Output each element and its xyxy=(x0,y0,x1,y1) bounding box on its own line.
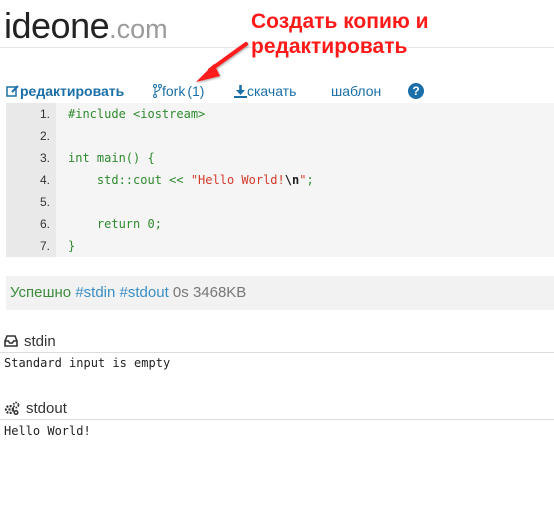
source-code-block[interactable]: 1. #include <iostream> 2. 3. int main() { 4. … xyxy=(6,103,554,257)
help-icon: ? xyxy=(408,83,424,99)
line-number: 1. xyxy=(39,107,50,121)
code-text: int main() { xyxy=(68,147,155,169)
annotation-callout: Создать копию и редактировать xyxy=(251,9,551,59)
stdout-header: stdout xyxy=(4,398,67,418)
code-line: 3. int main() { xyxy=(6,147,554,169)
fork-icon xyxy=(153,84,162,98)
code-token: \n xyxy=(284,173,300,187)
help-button[interactable]: ? xyxy=(408,80,424,102)
download-icon xyxy=(234,85,247,98)
code-token: ; xyxy=(306,173,314,187)
line-number: 7. xyxy=(39,239,50,253)
template-label: шаблон xyxy=(331,83,382,99)
result-memory: 3468KB xyxy=(192,284,247,301)
stdin-content: Standard input is empty xyxy=(4,356,171,370)
code-line: 4. std::cout << "Hello World!\n"; xyxy=(6,169,554,191)
fork-button[interactable]: fork (1) xyxy=(153,80,204,102)
code-token: "Hello World! xyxy=(190,173,285,187)
stdout-link[interactable]: #stdout xyxy=(120,284,169,301)
fork-count: (1) xyxy=(187,83,205,99)
code-text: } xyxy=(68,235,75,257)
line-number: 5. xyxy=(39,195,50,209)
code-text: std::cout << "Hello World!\n"; xyxy=(68,169,314,191)
edit-button[interactable]: редактировать xyxy=(6,80,124,102)
logo-main-text: ideone xyxy=(4,5,110,46)
line-number: 4. xyxy=(39,173,50,187)
stdin-link[interactable]: #stdin xyxy=(75,284,115,301)
ideone-logo[interactable]: ideone.com xyxy=(4,6,168,46)
edit-label: редактировать xyxy=(20,83,125,99)
stdout-content: Hello World! xyxy=(4,424,91,438)
code-line: 1. #include <iostream> xyxy=(6,103,554,125)
annotation-line-2: редактировать xyxy=(251,35,408,58)
result-time: 0s xyxy=(172,284,189,301)
inbox-icon xyxy=(4,335,18,347)
code-line: 7.} xyxy=(6,235,554,257)
line-number: 6. xyxy=(39,217,50,231)
code-line: 6. return 0; xyxy=(6,213,554,235)
code-text: #include <iostream> xyxy=(68,103,205,125)
stdout-divider xyxy=(0,419,554,420)
result-status: Успешно xyxy=(10,284,72,301)
stdin-header: stdin xyxy=(4,331,56,351)
download-label: скачать xyxy=(247,83,297,99)
line-number: 2. xyxy=(39,129,50,143)
code-token: std::cout << xyxy=(68,173,191,187)
code-token: return 0; xyxy=(68,217,162,231)
stdin-divider xyxy=(0,352,554,353)
download-button[interactable]: скачать xyxy=(234,80,296,102)
annotation-line-1: Создать копию и xyxy=(251,10,429,33)
gears-icon xyxy=(4,401,20,415)
template-button[interactable]: шаблон xyxy=(331,80,381,102)
code-token: } xyxy=(68,239,76,253)
code-line: 2. xyxy=(6,125,554,147)
line-number: 3. xyxy=(39,151,50,165)
logo-domain-text: .com xyxy=(109,14,168,44)
fork-label: fork xyxy=(162,83,186,99)
code-token: int main() { xyxy=(68,151,155,165)
code-token: #include <iostream> xyxy=(68,107,206,121)
code-line: 5. xyxy=(6,191,554,213)
code-text: return 0; xyxy=(68,213,162,235)
edit-icon xyxy=(6,85,19,97)
annotation-arrow-icon xyxy=(196,42,248,82)
stdout-title: stdout xyxy=(26,399,67,417)
result-bar: Успешно #stdin #stdout 0s 3468KB xyxy=(6,276,554,310)
stdin-title: stdin xyxy=(24,332,56,350)
